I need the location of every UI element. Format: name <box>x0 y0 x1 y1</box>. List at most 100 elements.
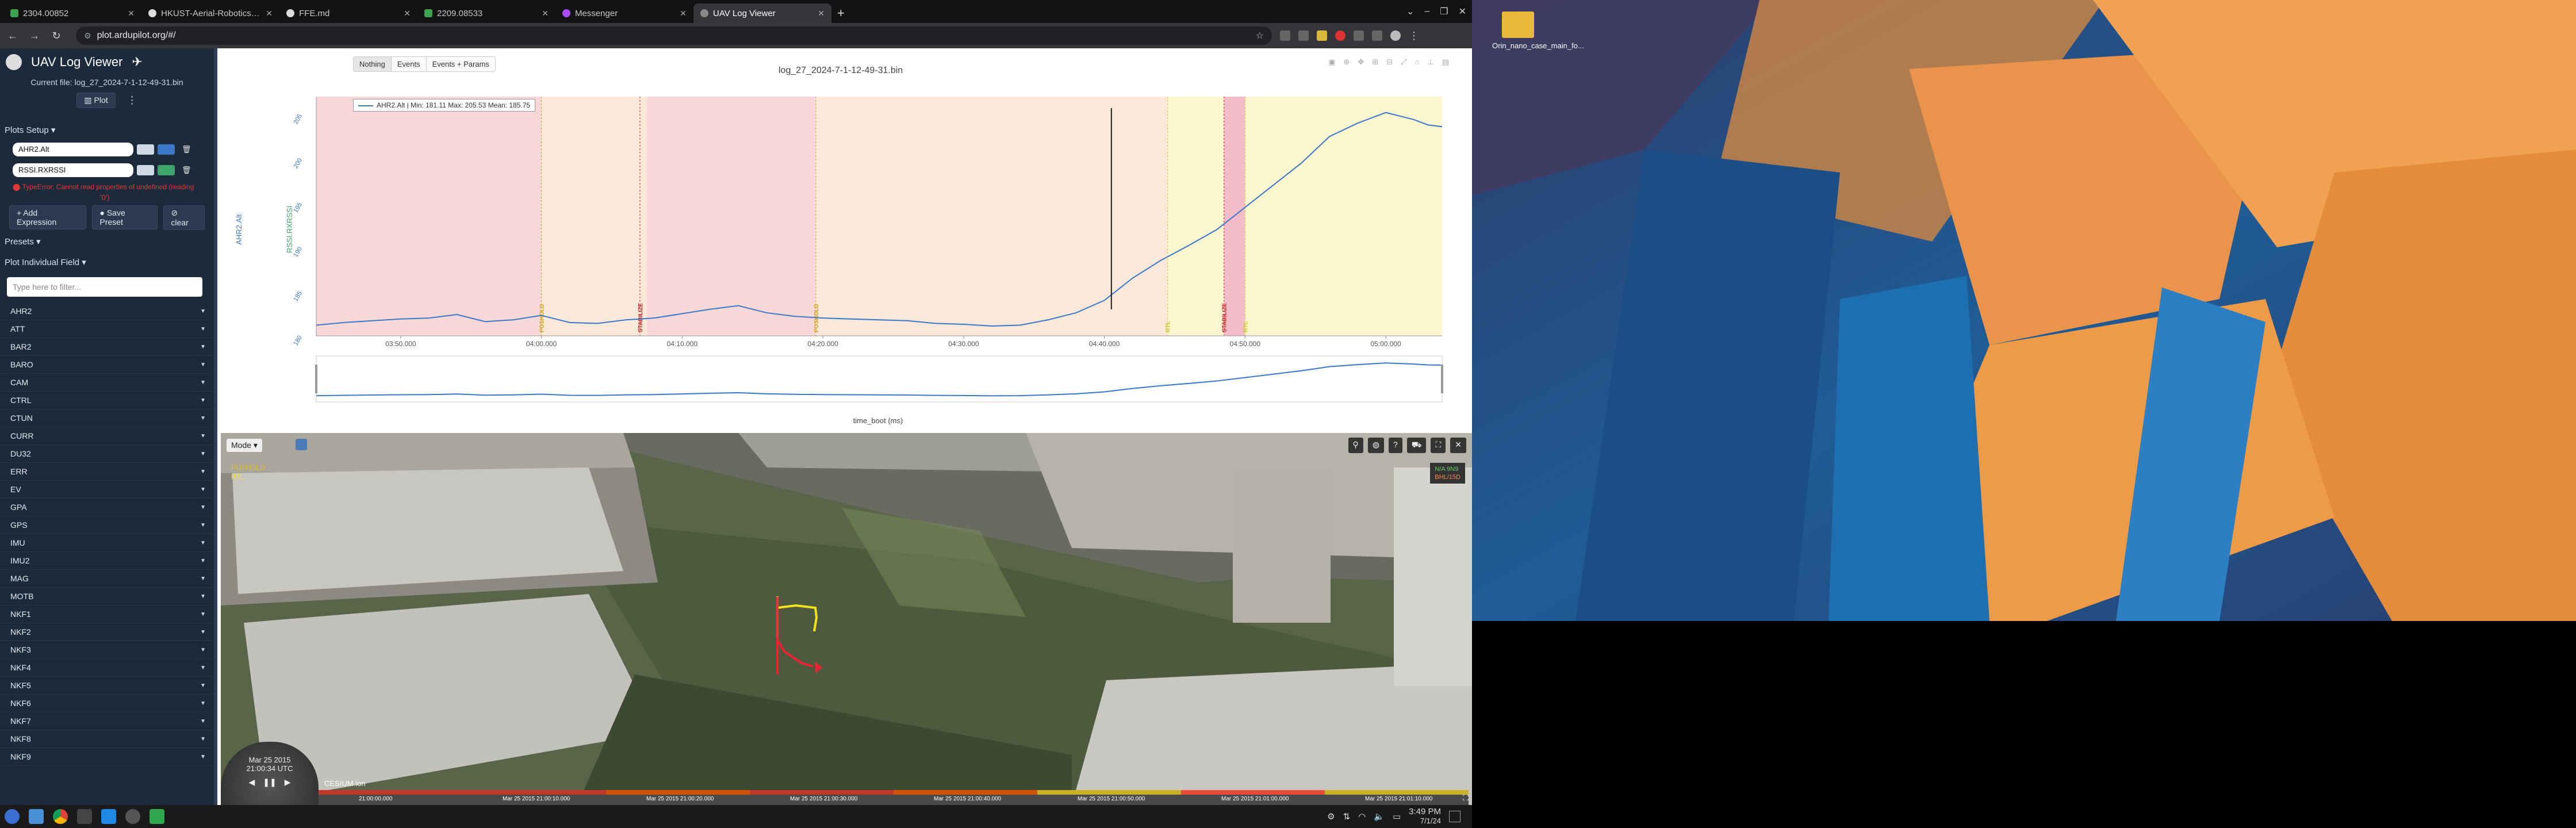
browser-tab[interactable]: Messenger ✕ <box>555 3 693 23</box>
profile-avatar-icon[interactable] <box>1390 30 1401 41</box>
timeline-segment[interactable]: 21:00:00.000 <box>319 790 462 805</box>
close-icon[interactable]: ✕ <box>542 9 549 18</box>
clock[interactable]: 3:49 PM 7/1/24 <box>1409 807 1441 826</box>
close-icon[interactable]: ✕ <box>818 9 825 18</box>
close-icon[interactable]: ✕ <box>404 9 411 18</box>
back-icon[interactable]: ← <box>6 30 20 42</box>
color-picker[interactable] <box>158 144 175 155</box>
terminal-icon[interactable] <box>77 809 92 824</box>
field-item[interactable]: BAR2 ▼ <box>0 338 214 356</box>
extension-icon[interactable] <box>1298 30 1309 41</box>
puzzle-icon[interactable] <box>1354 30 1364 41</box>
show-desktop-icon[interactable] <box>1449 811 1460 822</box>
download-icon[interactable] <box>1372 30 1382 41</box>
wifi-icon[interactable]: ◠ <box>1358 811 1366 822</box>
field-item[interactable]: NKF8 ▼ <box>0 730 214 748</box>
field-item[interactable]: EV ▼ <box>0 481 214 499</box>
field-item[interactable]: NKF7 ▼ <box>0 712 214 730</box>
trash-icon[interactable]: 🗑 <box>182 166 191 175</box>
timeline-segment[interactable]: Mar 25 2015 21:00:30.000 <box>750 790 894 805</box>
field-item[interactable]: NKF2 ▼ <box>0 623 214 641</box>
field-item[interactable]: IMU2 ▼ <box>0 552 214 570</box>
timeline[interactable]: 21:00:00.000 Mar 25 2015 21:00:10.000 Mar … <box>319 790 1469 805</box>
browser-tab-active[interactable]: UAV Log Viewer ✕ <box>693 3 831 23</box>
field-item[interactable]: GPS ▼ <box>0 516 214 534</box>
site-info-icon[interactable]: ⚙ <box>84 31 91 41</box>
app-icon[interactable] <box>150 809 164 824</box>
field-item[interactable]: NKF3 ▼ <box>0 641 214 659</box>
axis-selector[interactable] <box>137 165 154 175</box>
field-item[interactable]: NKF9 ▼ <box>0 748 214 766</box>
field-item[interactable]: IMU ▼ <box>0 534 214 552</box>
bookmark-star-icon[interactable]: ☆ <box>1256 30 1264 41</box>
browser-tab[interactable]: 2209.08533 ✕ <box>417 3 555 23</box>
new-tab-button[interactable]: + <box>831 3 850 23</box>
more-options-icon[interactable]: ⋮ <box>127 94 137 106</box>
vscode-icon[interactable] <box>101 809 116 824</box>
menu-kebab-icon[interactable]: ⋮ <box>1409 30 1419 42</box>
timeline-segment[interactable]: Mar 25 2015 21:01:10.000 <box>1325 790 1469 805</box>
field-item[interactable]: CTRL ▼ <box>0 392 214 409</box>
field-item[interactable]: CAM ▼ <box>0 374 214 392</box>
github-desktop-icon[interactable] <box>125 809 140 824</box>
field-item[interactable]: DU32 ▼ <box>0 445 214 463</box>
timeline-segment[interactable]: Mar 25 2015 21:01:00.000 <box>1181 790 1325 805</box>
cesium-logo[interactable]: CESIUM ion <box>324 779 366 788</box>
field-item[interactable]: AHR2 ▼ <box>0 302 214 320</box>
minimize-icon[interactable]: – <box>1424 6 1429 17</box>
color-picker[interactable] <box>158 165 175 175</box>
field-item[interactable]: MOTB ▼ <box>0 588 214 605</box>
field-item[interactable]: CTUN ▼ <box>0 409 214 427</box>
search-icon[interactable]: ⚲ <box>1348 438 1363 453</box>
field-item[interactable]: MAG ▼ <box>0 570 214 588</box>
extension-icon[interactable] <box>1335 30 1346 41</box>
timeline-segment[interactable]: Mar 25 2015 21:00:40.000 <box>894 790 1037 805</box>
globe-icon[interactable]: ◍ <box>1367 438 1385 453</box>
timeline-segment[interactable]: Mar 25 2015 21:00:20.000 <box>606 790 750 805</box>
extension-icon[interactable] <box>1280 30 1290 41</box>
file-manager-icon[interactable] <box>29 809 44 824</box>
save-preset-button[interactable]: ● Save Preset <box>92 205 158 229</box>
help-icon[interactable]: ? <box>1389 438 1402 453</box>
close-icon[interactable]: ✕ <box>128 9 135 18</box>
pause-icon[interactable]: ❚❚ <box>263 777 276 787</box>
field-item[interactable]: CURR ▼ <box>0 427 214 445</box>
browser-tab[interactable]: FFE.md ✕ <box>279 3 417 23</box>
field-item[interactable]: NKF5 ▼ <box>0 677 214 695</box>
tray-icon[interactable]: ⚙ <box>1327 811 1335 822</box>
address-bar[interactable]: ⚙ plot.ardupilot.org/#/ ☆ <box>76 26 1272 45</box>
field-filter-input[interactable]: Type here to filter... <box>7 277 202 297</box>
axis-selector[interactable] <box>137 144 154 155</box>
play-icon[interactable]: ▶ <box>285 777 291 787</box>
timeline-segment[interactable]: Mar 25 2015 21:00:50.000 <box>1037 790 1181 805</box>
timeline-segment[interactable]: Mar 25 2015 21:00:10.000 <box>462 790 606 805</box>
volume-icon[interactable]: 🔈 <box>1374 811 1385 822</box>
field-item[interactable]: NKF4 ▼ <box>0 659 214 677</box>
field-item[interactable]: NKF1 ▼ <box>0 605 214 623</box>
maximize-icon[interactable]: ❐ <box>1440 6 1448 17</box>
sidebar-scrollbar[interactable] <box>214 48 217 805</box>
presets-header[interactable]: Presets ▾ <box>0 233 214 251</box>
battery-icon[interactable]: ▭ <box>1393 811 1401 822</box>
browser-tab[interactable]: 2304.00852 ✕ <box>3 3 141 23</box>
start-menu-icon[interactable] <box>5 809 20 824</box>
field-item[interactable]: GPA ▼ <box>0 499 214 516</box>
close-window-icon[interactable]: ✕ <box>1459 6 1466 17</box>
plot-button[interactable]: ▥ Plot <box>76 92 116 108</box>
expression-input[interactable]: RSSI.RXRSSI <box>13 163 133 177</box>
field-item[interactable]: NKF6 ▼ <box>0 695 214 712</box>
vehicle-follow-icon[interactable]: ⛟ <box>1406 438 1427 453</box>
reload-icon[interactable]: ↻ <box>49 30 63 42</box>
close-icon[interactable]: ✕ <box>266 9 273 18</box>
tab-search-icon[interactable]: ⌄ <box>1406 6 1414 17</box>
desktop-file-icon[interactable]: Orin_nano_case_main_fo... <box>1492 12 1584 50</box>
range-slider[interactable] <box>315 355 1443 402</box>
map-view[interactable]: Mode ▾ POSHOLD RTL ⚲ ◍ ? ⛟ ⛶ ✕ N/A 9N9 B… <box>221 433 1472 805</box>
browser-tab[interactable]: HKUST-Aerial-Robotics/FUEL ✕ <box>141 3 279 23</box>
plot-individual-header[interactable]: Plot Individual Field ▾ <box>0 254 214 271</box>
plots-setup-header[interactable]: Plots Setup ▾ <box>0 122 214 139</box>
mode-select[interactable]: Mode ▾ <box>227 439 262 452</box>
github-icon[interactable] <box>6 54 22 70</box>
forward-icon[interactable]: → <box>28 30 41 42</box>
layers-icon[interactable] <box>296 439 307 450</box>
